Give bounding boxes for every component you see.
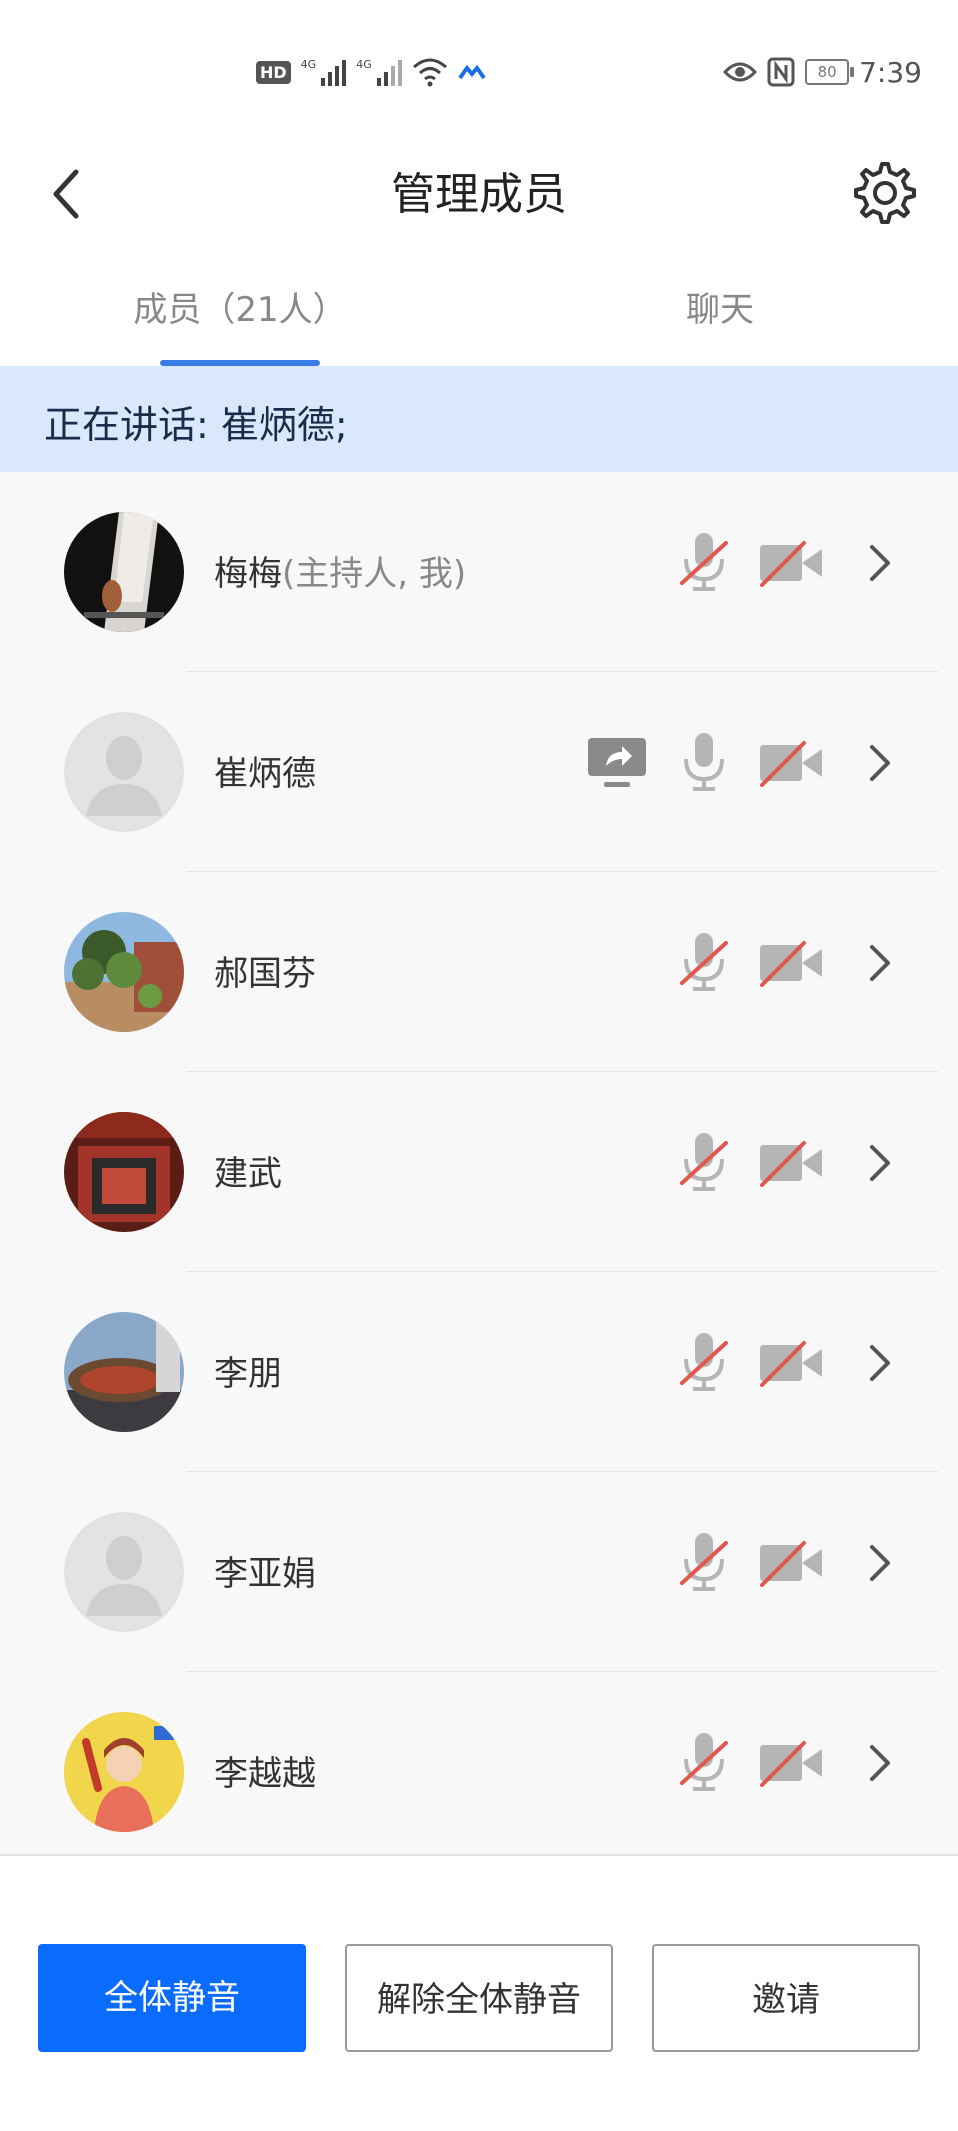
mic-off-icon: [680, 1333, 728, 1391]
member-row[interactable]: 建武: [0, 1072, 958, 1272]
avatar: [64, 1312, 184, 1432]
signal-icon: 4G: [301, 58, 347, 86]
speaking-banner: 正在讲话: 崔炳德;: [0, 366, 958, 472]
mic-off-icon: [680, 533, 728, 591]
chevron-right-icon: [870, 1345, 890, 1381]
video-off-icon: [760, 1341, 822, 1387]
member-row[interactable]: 崔炳德: [0, 672, 958, 872]
camera-off-button[interactable]: [758, 1127, 824, 1197]
member-detail-chevron[interactable]: [862, 727, 898, 797]
member-detail-chevron[interactable]: [862, 527, 898, 597]
signal-icon-2: 4G: [356, 58, 402, 86]
member-detail-chevron[interactable]: [862, 1127, 898, 1197]
camera-off-button[interactable]: [758, 1527, 824, 1597]
mic-muted-button[interactable]: [676, 1127, 732, 1197]
chevron-right-icon: [870, 1545, 890, 1581]
camera-off-button[interactable]: [758, 927, 824, 997]
member-row[interactable]: 郝国芬: [0, 872, 958, 1072]
invite-button[interactable]: 邀请: [652, 1944, 920, 2052]
nav-header: 管理成员: [0, 140, 958, 270]
status-bar: HD 4G 4G 80 7:39: [0, 0, 958, 140]
status-bar-left: HD 4G 4G: [256, 52, 486, 92]
mic-muted-button[interactable]: [676, 1727, 732, 1797]
chevron-right-icon: [870, 945, 890, 981]
chevron-right-icon: [870, 745, 890, 781]
avatar: [64, 1712, 184, 1832]
member-row[interactable]: 李朋: [0, 1272, 958, 1472]
avatar: [64, 912, 184, 1032]
avatar: [64, 512, 184, 632]
mic-muted-button[interactable]: [676, 1527, 732, 1597]
status-bar-right: 80 7:39: [723, 52, 922, 92]
clock: 7:39: [859, 55, 922, 89]
eye-icon: [723, 62, 758, 82]
hd-badge: HD: [256, 60, 291, 84]
mute-all-button[interactable]: 全体静音: [38, 1944, 306, 2052]
mic-on-button[interactable]: [676, 727, 732, 797]
page-title: 管理成员: [391, 169, 567, 220]
bottom-action-bar: 全体静音 解除全体静音 邀请: [0, 1854, 958, 2131]
member-row[interactable]: 梅梅(主持人, 我): [0, 472, 958, 672]
default-avatar-icon: [64, 1512, 184, 1632]
camera-off-button[interactable]: [758, 727, 824, 797]
video-off-icon: [760, 741, 822, 787]
member-name: 郝国芬: [214, 954, 316, 994]
mic-off-icon: [680, 1133, 728, 1191]
chevron-right-icon: [870, 1145, 890, 1181]
member-list: 梅梅(主持人, 我) 崔炳德 郝国芬 建武 李朋 李亚娟 李越越: [0, 472, 958, 1872]
mic-off-icon: [680, 1533, 728, 1591]
screen-share-indicator[interactable]: [586, 732, 648, 794]
member-detail-chevron[interactable]: [862, 927, 898, 997]
avatar: [64, 1112, 184, 1232]
battery-icon: 80: [805, 59, 855, 85]
app-logo-icon: [458, 64, 486, 80]
video-off-icon: [760, 1141, 822, 1187]
video-off-icon: [760, 1541, 822, 1587]
member-name: 李亚娟: [214, 1554, 316, 1594]
gear-icon: [854, 162, 916, 224]
screen-share-icon: [588, 738, 646, 787]
mic-off-icon: [680, 1733, 728, 1791]
unmute-all-button[interactable]: 解除全体静音: [345, 1944, 613, 2052]
video-off-icon: [760, 541, 822, 587]
member-row[interactable]: 李越越: [0, 1672, 958, 1872]
camera-off-button[interactable]: [758, 527, 824, 597]
member-row[interactable]: 李亚娟: [0, 1472, 958, 1672]
camera-off-button[interactable]: [758, 1727, 824, 1797]
mic-muted-button[interactable]: [676, 1327, 732, 1397]
tab-chat[interactable]: 聊天: [600, 270, 840, 366]
nfc-icon: [767, 57, 795, 87]
camera-off-button[interactable]: [758, 1327, 824, 1397]
member-detail-chevron[interactable]: [862, 1527, 898, 1597]
member-name: 建武: [214, 1154, 282, 1194]
member-name: 崔炳德: [214, 754, 316, 794]
speaking-text: 正在讲话: 崔炳德;: [44, 403, 348, 447]
mic-icon: [684, 733, 724, 791]
tab-bar: 成员（21人） 聊天: [0, 270, 958, 366]
wifi-icon: [412, 58, 447, 87]
tab-members[interactable]: 成员（21人）: [100, 270, 380, 366]
member-role: (主持人, 我): [282, 554, 467, 594]
mic-off-icon: [680, 933, 728, 991]
mic-muted-button[interactable]: [676, 527, 732, 597]
member-detail-chevron[interactable]: [862, 1727, 898, 1797]
member-detail-chevron[interactable]: [862, 1327, 898, 1397]
member-name: 梅梅(主持人, 我): [214, 554, 467, 594]
chevron-right-icon: [870, 545, 890, 581]
default-avatar-icon: [64, 712, 184, 832]
member-name: 李越越: [214, 1754, 316, 1794]
mic-muted-button[interactable]: [676, 927, 732, 997]
video-off-icon: [760, 1741, 822, 1787]
chevron-right-icon: [870, 1745, 890, 1781]
member-name: 李朋: [214, 1354, 282, 1394]
settings-button[interactable]: [842, 152, 922, 232]
video-off-icon: [760, 941, 822, 987]
